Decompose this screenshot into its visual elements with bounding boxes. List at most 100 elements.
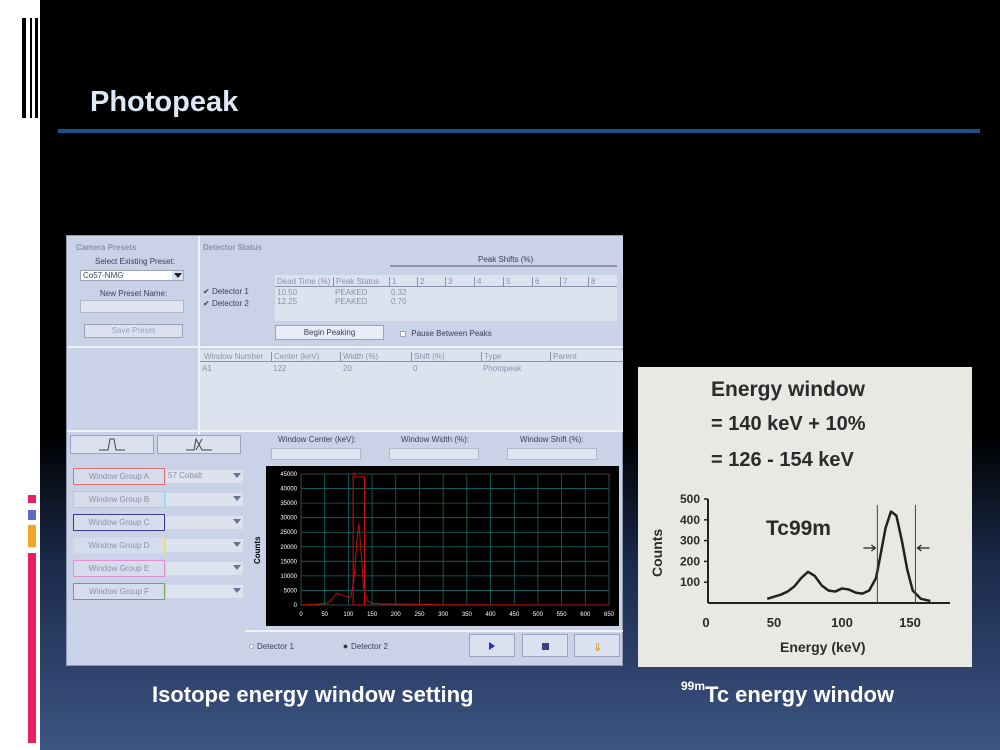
detector-2-radio[interactable]: Detector 2 <box>343 642 388 651</box>
window-width-input[interactable] <box>389 448 479 460</box>
photo-x-tick-label: 50 <box>767 615 781 630</box>
arrow-left-icon <box>916 544 930 552</box>
window-group-select[interactable] <box>166 516 243 529</box>
panel-separator <box>67 346 623 348</box>
col-shift: Shift (%) <box>411 352 445 361</box>
chevron-down-icon[interactable] <box>233 473 241 478</box>
panel-separator <box>67 430 623 432</box>
pause-between-peaks[interactable]: Pause Between Peaks <box>400 329 492 338</box>
arrow-right-icon <box>863 544 877 552</box>
stop-button[interactable] <box>522 634 568 657</box>
peak-view-button[interactable] <box>70 435 154 454</box>
photo-x-tick-label: 100 <box>831 615 853 630</box>
radio-selected-icon[interactable] <box>343 644 348 650</box>
caption-superscript: 99m <box>681 679 706 693</box>
window-marker-label: A <box>352 472 356 478</box>
x-tick-label: 200 <box>391 612 402 618</box>
decor-block-orange <box>28 525 36 547</box>
x-tick-label: 150 <box>367 612 378 618</box>
detector-1-label: Detector 1 <box>211 287 249 296</box>
chevron-down-icon[interactable] <box>233 496 241 501</box>
photo-x-tick-label: 0 <box>702 615 709 630</box>
camera-presets-panel: Camera Presets Select Existing Preset: C… <box>67 236 198 346</box>
checkbox-icon[interactable] <box>400 330 406 337</box>
col-shift-1: 1 <box>389 277 396 286</box>
window-number: A1 <box>202 364 212 373</box>
y-tick-label: 10000 <box>280 574 297 580</box>
x-tick-label: 600 <box>580 612 591 618</box>
single-peak-icon <box>99 438 125 451</box>
detector-1-radio[interactable]: Detector 1 <box>249 642 294 651</box>
x-axis-label: keV <box>450 620 460 626</box>
radio-icon[interactable] <box>249 644 254 650</box>
dual-peak-icon <box>186 437 212 451</box>
dual-peak-view-button[interactable] <box>157 435 241 454</box>
window-group-button[interactable]: Window Group D <box>73 537 165 554</box>
detector-table-header: Dead Time (%) Peak Status 1 2 3 4 5 6 7 … <box>275 277 617 287</box>
col-shift-8: 8 <box>588 277 595 286</box>
x-tick-label: 400 <box>486 612 497 618</box>
dead-time-2: 12.25 <box>277 297 298 306</box>
photo-spectrum-line <box>766 510 931 603</box>
col-shift-5: 5 <box>503 277 510 286</box>
col-parent: Parent <box>550 352 577 361</box>
shift-1-1: 0.32 <box>391 288 407 297</box>
caption-main: Tc energy window <box>705 682 895 707</box>
y-tick-label: 15000 <box>280 559 297 565</box>
window-shift-label: Window Shift (%): <box>520 435 584 444</box>
play-button[interactable] <box>469 634 515 657</box>
checkmark-icon: ✔ <box>203 299 210 308</box>
window-width-label: Window Width (%): <box>401 435 470 444</box>
y-tick-label: 45000 <box>280 472 297 478</box>
chevron-down-icon[interactable] <box>233 542 241 547</box>
y-tick-label: 30000 <box>280 516 297 522</box>
decor-block-blue <box>28 510 36 520</box>
x-tick-label: 300 <box>438 612 449 618</box>
shift-1-2: 0.70 <box>391 297 407 306</box>
x-tick-label: 0 <box>299 612 303 618</box>
window-group-button[interactable]: Window Group E <box>73 560 165 577</box>
checkmark-icon: ✔ <box>203 287 210 296</box>
window-group-select[interactable]: 57 Cobalt <box>166 470 243 483</box>
window-shift-input[interactable] <box>507 448 597 460</box>
isotope-window-ui: Camera Presets Select Existing Preset: C… <box>66 235 623 666</box>
y-tick-label: 35000 <box>280 501 297 507</box>
window-group-select[interactable] <box>166 585 243 598</box>
x-tick-label: 550 <box>557 612 568 618</box>
detector-1-check[interactable]: ✔ Detector 1 <box>203 287 249 296</box>
window-group-select[interactable] <box>166 539 243 552</box>
window-center: 122 <box>273 364 287 373</box>
save-preset-button[interactable]: Save Preset <box>84 324 183 338</box>
window-group-button[interactable]: Window Group B <box>73 491 165 508</box>
col-shift-3: 3 <box>445 277 452 286</box>
detector-status-panel: Detector Status Peak Shifts (%) ✔ Detect… <box>200 236 623 346</box>
begin-peaking-button[interactable]: Begin Peaking <box>275 325 384 340</box>
select-preset-label: Select Existing Preset: <box>95 257 176 266</box>
window-group-button[interactable]: Window Group C <box>73 514 165 531</box>
stop-icon <box>542 643 549 650</box>
chevron-down-icon[interactable] <box>172 271 183 280</box>
col-shift-6: 6 <box>532 277 539 286</box>
y-axis-label: Counts <box>253 536 262 564</box>
preset-select[interactable]: Co57-NMG <box>80 270 184 281</box>
chevron-down-icon[interactable] <box>233 519 241 524</box>
photo-y-tick-label: 500 <box>680 492 700 506</box>
window-group-select[interactable] <box>166 493 243 506</box>
detector-2-check[interactable]: ✔ Detector 2 <box>203 299 249 308</box>
x-tick-label: 350 <box>462 612 473 618</box>
new-preset-input[interactable] <box>80 300 184 313</box>
window-center-input[interactable] <box>271 448 361 460</box>
window-group-button[interactable]: Window Group F <box>73 583 165 600</box>
window-shift: 0 <box>413 364 418 373</box>
chevron-down-icon[interactable] <box>233 588 241 593</box>
window-group-button[interactable]: Window Group A <box>73 468 165 485</box>
photo-y-tick-label: 400 <box>680 513 700 527</box>
chevron-down-icon[interactable] <box>233 565 241 570</box>
window-group-select[interactable] <box>166 562 243 575</box>
detector-status-title: Detector Status <box>203 243 263 252</box>
decor-line <box>30 18 32 118</box>
col-width: Width (%) <box>340 352 378 361</box>
windows-table: Window Number Center (keV) Width (%) Shi… <box>200 350 623 430</box>
acquire-button[interactable]: ⇓ <box>574 634 620 657</box>
peak-shifts-label: Peak Shifts (%) <box>478 255 534 264</box>
